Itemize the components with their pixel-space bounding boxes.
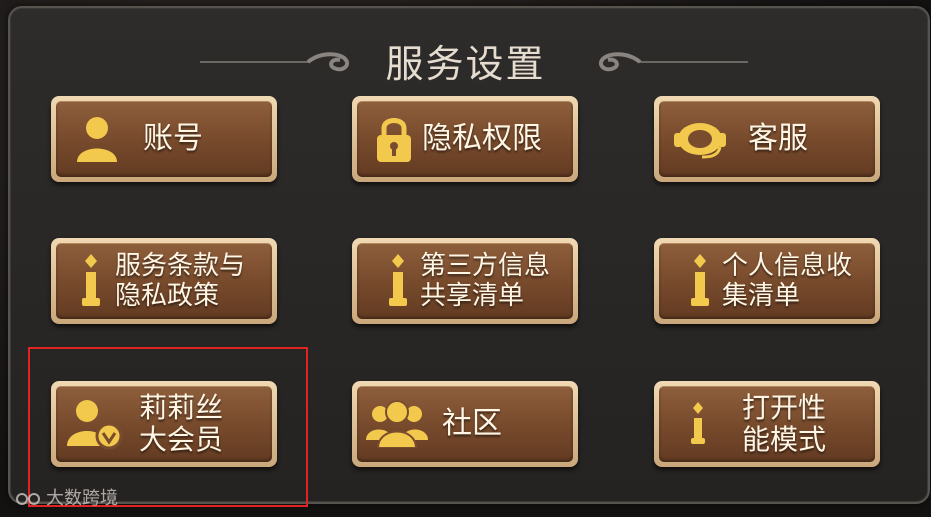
privacy-permissions-label: 隐私权限 xyxy=(422,121,542,156)
info-icon xyxy=(82,254,100,306)
performance-mode-button[interactable]: 打开性 能模式 xyxy=(654,381,880,467)
watermark-logo-icon xyxy=(16,493,40,505)
community-icon xyxy=(366,400,428,448)
watermark-text: 大数跨境 xyxy=(46,488,118,509)
customer-service-label: 客服 xyxy=(748,121,808,156)
community-button[interactable]: 社区 xyxy=(352,381,578,467)
terms-privacy-policy-button[interactable]: 服务条款与 隐私政策 xyxy=(51,238,277,324)
terms-privacy-policy-label: 服务条款与 隐私政策 xyxy=(115,251,246,311)
info-icon xyxy=(691,402,705,444)
customer-service-button[interactable]: 客服 xyxy=(654,96,880,182)
personal-info-collection-list-button[interactable]: 个人信息收 集清单 xyxy=(654,238,880,324)
page-title: 服务设置 xyxy=(385,42,546,86)
watermark: 大数跨境 xyxy=(16,484,118,510)
highlight-box xyxy=(28,347,308,507)
account-button[interactable]: 账号 xyxy=(51,96,277,182)
account-label: 账号 xyxy=(143,121,203,156)
lock-icon xyxy=(377,118,411,162)
user-icon xyxy=(77,117,117,162)
game-screen: 服务设置 账号 隐私权限 客服 服务条款与 隐私政策 第三方信息 共享清单 个人… xyxy=(0,0,931,517)
personal-info-collection-list-label: 个人信息收 集清单 xyxy=(722,251,853,311)
third-party-sharing-list-button[interactable]: 第三方信息 共享清单 xyxy=(352,238,578,324)
headset-icon xyxy=(674,123,726,159)
info-icon xyxy=(389,254,407,306)
third-party-sharing-list-label: 第三方信息 共享清单 xyxy=(420,251,551,311)
title-right-ornament-icon xyxy=(599,52,748,72)
info-icon xyxy=(691,254,709,306)
community-label: 社区 xyxy=(442,406,502,441)
privacy-permissions-button[interactable]: 隐私权限 xyxy=(352,96,578,182)
performance-mode-label: 打开性 能模式 xyxy=(742,391,827,456)
